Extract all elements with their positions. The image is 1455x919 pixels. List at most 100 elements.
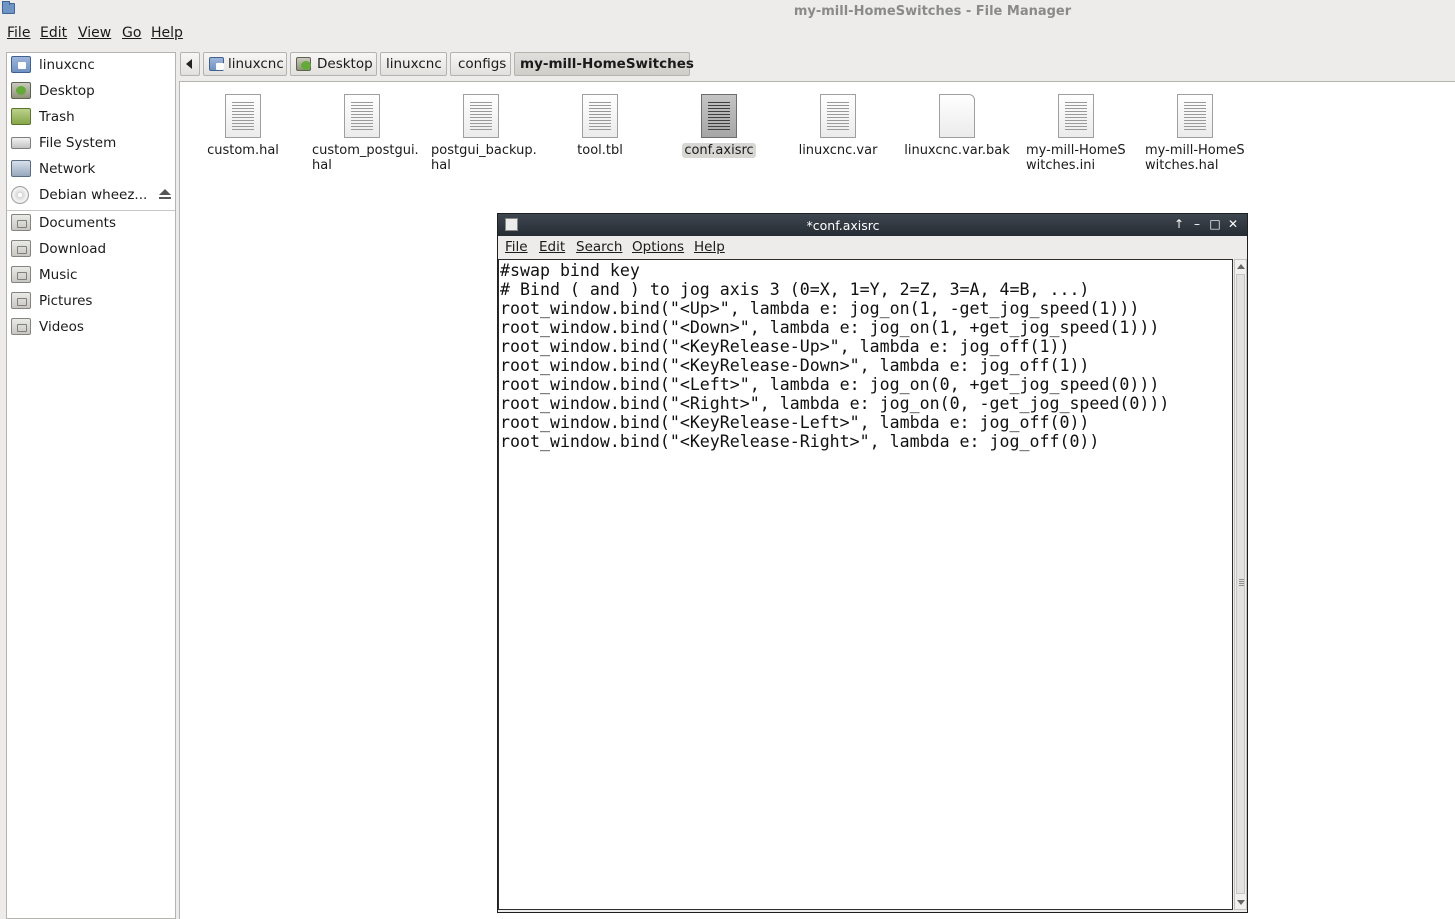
crumb-linuxcnc[interactable]: linuxcnc: [203, 52, 287, 76]
sidebar-item-documents[interactable]: Documents: [7, 211, 175, 235]
file-item[interactable]: linuxcnc.var: [779, 94, 897, 158]
crumb-desktop[interactable]: Desktop: [290, 52, 377, 76]
editor-menu-file[interactable]: File: [505, 239, 528, 255]
trash-icon: [11, 108, 31, 125]
text-document-icon: [344, 94, 380, 138]
raise-arrow-icon[interactable]: ↑: [1172, 217, 1186, 231]
disc-icon: [11, 186, 29, 204]
text-document-icon: [463, 94, 499, 138]
text-document-icon: [701, 94, 737, 138]
crumb-configs[interactable]: configs: [450, 52, 511, 76]
menu-file[interactable]: File: [7, 25, 30, 41]
sidebar-item-file-system[interactable]: File System: [7, 131, 175, 155]
back-button[interactable]: [180, 52, 200, 76]
file-item-selected[interactable]: conf.axisrc: [660, 94, 778, 158]
sidebar-item-label: Network: [39, 161, 96, 177]
file-item[interactable]: my-mill-HomeSwitches.ini: [1017, 94, 1135, 173]
home-folder-icon: [209, 57, 224, 71]
sidebar-item-label: Documents: [39, 215, 116, 231]
editor-code: #swap bind key # Bind ( and ) to jog axis…: [500, 261, 1169, 451]
back-arrow-icon: [186, 59, 192, 69]
editor-menu-edit[interactable]: Edit: [539, 239, 565, 255]
file-name: conf.axisrc: [682, 143, 756, 158]
editor-menu-help[interactable]: Help: [694, 239, 725, 255]
menu-help[interactable]: Help: [151, 25, 183, 41]
file-name: postgui_backup.hal: [431, 143, 537, 173]
sidebar-item-pictures[interactable]: Pictures: [7, 289, 175, 313]
editor-menu-bar: File Edit Search Options Help: [498, 236, 1247, 258]
sidebar-item-download[interactable]: Download: [7, 237, 175, 261]
desktop-icon: [11, 82, 31, 99]
file-item[interactable]: my-mill-HomeSwitches.hal: [1136, 94, 1254, 173]
sidebar-item-label: Download: [39, 241, 107, 257]
editor-title-bar[interactable]: *conf.axisrc ↑ – □ ✕: [498, 214, 1247, 236]
title-bar: my-mill-HomeSwitches - File Manager: [0, 0, 1455, 22]
minimize-icon[interactable]: –: [1190, 217, 1204, 231]
network-icon: [11, 160, 31, 177]
home-folder-icon: [11, 56, 31, 73]
scroll-up-icon[interactable]: [1237, 264, 1245, 269]
file-name: custom_postgui.hal: [312, 143, 419, 173]
file-item[interactable]: custom_postgui.hal: [303, 94, 421, 173]
code-line: #swap bind key: [500, 261, 640, 280]
code-line: root_window.bind("<Up>", lambda e: jog_o…: [500, 299, 1140, 318]
sidebar-item-label: Videos: [39, 319, 84, 335]
code-line: root_window.bind("<Down>", lambda e: jog…: [500, 318, 1160, 337]
editor-menu-options[interactable]: Options: [632, 239, 684, 255]
code-line: root_window.bind("<KeyRelease-Down>", la…: [500, 356, 1090, 375]
menu-go[interactable]: Go: [122, 25, 141, 41]
file-name: tool.tbl: [577, 143, 623, 158]
drive-icon: [11, 137, 31, 149]
menu-bar: File Edit View Go Help: [0, 22, 1455, 44]
close-icon[interactable]: ✕: [1226, 217, 1240, 231]
editor-text-area[interactable]: #swap bind key # Bind ( and ) to jog axis…: [498, 259, 1233, 910]
code-line: root_window.bind("<KeyRelease-Left>", la…: [500, 413, 1090, 432]
sidebar-item-debian-disc[interactable]: Debian wheez...: [7, 183, 175, 207]
sidebar-item-music[interactable]: Music: [7, 263, 175, 287]
blank-document-icon: [939, 94, 975, 138]
pictures-folder-icon: [11, 292, 31, 309]
sidebar-item-label: Pictures: [39, 293, 93, 309]
sidebar-item-linuxcnc[interactable]: linuxcnc: [7, 53, 175, 77]
file-item[interactable]: custom.hal: [184, 94, 302, 158]
sidebar-item-videos[interactable]: Videos: [7, 315, 175, 339]
code-line: root_window.bind("<KeyRelease-Up>", lamb…: [500, 337, 1070, 356]
sidebar-item-label: Music: [39, 267, 78, 283]
file-item[interactable]: postgui_backup.hal: [422, 94, 540, 173]
sidebar-item-label: Desktop: [39, 83, 95, 99]
menu-view[interactable]: View: [78, 25, 111, 41]
vertical-scrollbar[interactable]: [1234, 259, 1247, 910]
file-name: linuxcnc.var: [798, 143, 878, 158]
editor-title: *conf.axisrc: [806, 218, 880, 233]
code-line: root_window.bind("<KeyRelease-Right>", l…: [500, 432, 1100, 451]
sidebar-item-trash[interactable]: Trash: [7, 105, 175, 129]
text-editor-window: *conf.axisrc ↑ – □ ✕ File Edit Search Op…: [497, 213, 1248, 913]
sidebar-item-network[interactable]: Network: [7, 157, 175, 181]
desktop-icon: [296, 57, 311, 71]
text-document-icon: [1058, 94, 1094, 138]
sidebar-item-desktop[interactable]: Desktop: [7, 79, 175, 103]
sidebar: linuxcnc Desktop Trash File System Netwo…: [6, 52, 176, 919]
file-name: linuxcnc.var.bak: [904, 143, 1010, 158]
file-item[interactable]: tool.tbl: [541, 94, 659, 158]
file-item[interactable]: linuxcnc.var.bak: [898, 94, 1016, 158]
sidebar-item-label: File System: [39, 135, 117, 151]
crumb-my-mill-homeswitches[interactable]: my-mill-HomeSwitches: [514, 52, 694, 76]
sidebar-item-label: Trash: [39, 109, 75, 125]
code-line: root_window.bind("<Right>", lambda e: jo…: [500, 394, 1170, 413]
documents-folder-icon: [11, 214, 31, 231]
sidebar-item-label: linuxcnc: [39, 57, 95, 73]
code-line: # Bind ( and ) to jog axis 3 (0=X, 1=Y, …: [500, 280, 1090, 299]
text-document-icon: [225, 94, 261, 138]
eject-icon[interactable]: [159, 189, 171, 200]
crumb-linuxcnc-2[interactable]: linuxcnc: [380, 52, 447, 76]
scroll-thumb[interactable]: [1236, 274, 1245, 894]
file-name: my-mill-HomeSwitches.hal: [1145, 143, 1245, 173]
scroll-down-icon[interactable]: [1237, 900, 1245, 905]
editor-menu-search[interactable]: Search: [576, 239, 622, 255]
file-name: my-mill-HomeSwitches.ini: [1026, 143, 1126, 173]
videos-folder-icon: [11, 318, 31, 335]
menu-edit[interactable]: Edit: [40, 25, 67, 41]
text-document-icon: [820, 94, 856, 138]
maximize-icon[interactable]: □: [1208, 217, 1222, 231]
